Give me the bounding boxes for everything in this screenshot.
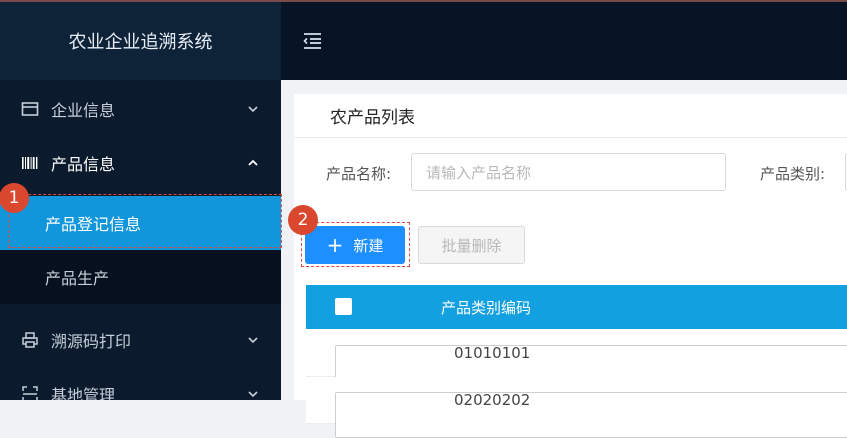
chevron-down-icon	[248, 106, 258, 113]
card-icon	[21, 102, 39, 116]
sidebar-item-base-management[interactable]: 基地管理	[0, 367, 281, 400]
table-row[interactable]: 02020202	[306, 377, 847, 438]
plus-icon: +	[326, 233, 344, 257]
barcode-icon	[22, 157, 38, 169]
product-category-label: 产品类别:	[760, 165, 826, 183]
step-badge-1: 1	[0, 183, 29, 213]
new-button[interactable]: + 新建	[305, 226, 405, 264]
step-badge-2: 2	[288, 205, 318, 235]
title-divider	[294, 137, 847, 138]
sidebar-subitem-product-production[interactable]: 产品生产	[0, 250, 281, 304]
new-button-label: 新建	[353, 236, 384, 255]
app-title: 农业企业追溯系统	[0, 2, 281, 80]
table-row[interactable]: 01010101	[306, 330, 847, 391]
table-header: 产品类别编码	[306, 285, 847, 329]
sidebar: 农业企业追溯系统 企业信息 产品信息 产品登记信息 产品生产 溯源码打印 基地管…	[0, 2, 281, 400]
sidebar-subitem-label: 产品登记信息	[45, 215, 142, 234]
sidebar-subitem-product-registration[interactable]: 产品登记信息	[0, 196, 281, 250]
chevron-down-icon	[248, 391, 258, 398]
sidebar-item-label: 溯源码打印	[51, 332, 132, 351]
printer-icon	[22, 332, 38, 348]
sidebar-item-label: 基地管理	[51, 386, 116, 400]
category-code-cell: 01010101	[454, 344, 531, 362]
menu-fold-icon[interactable]	[302, 32, 322, 50]
scan-icon	[22, 386, 38, 400]
sidebar-item-product-info[interactable]: 产品信息	[0, 136, 281, 190]
chevron-up-icon	[248, 159, 258, 166]
content-panel: 农产品列表 产品名称: 请输入产品名称 产品类别: + 新建 批量删除 产品类别…	[294, 94, 847, 438]
sidebar-item-trace-code-print[interactable]: 溯源码打印	[0, 313, 281, 367]
chevron-down-icon	[248, 337, 258, 344]
sidebar-item-company-info[interactable]: 企业信息	[0, 82, 281, 136]
product-name-input[interactable]: 请输入产品名称	[411, 153, 726, 191]
sidebar-item-label: 产品信息	[51, 155, 116, 174]
top-bar	[281, 2, 847, 80]
category-code-cell: 02020202	[454, 391, 531, 409]
product-name-label: 产品名称:	[326, 165, 392, 183]
column-header-category-code: 产品类别编码	[441, 299, 532, 317]
select-all-checkbox[interactable]	[335, 298, 352, 315]
sidebar-item-label: 企业信息	[51, 101, 116, 120]
page-title: 农产品列表	[330, 108, 415, 128]
batch-delete-button[interactable]: 批量删除	[418, 226, 525, 264]
sidebar-subitem-label: 产品生产	[45, 269, 110, 288]
row-checkbox[interactable]	[335, 392, 847, 438]
